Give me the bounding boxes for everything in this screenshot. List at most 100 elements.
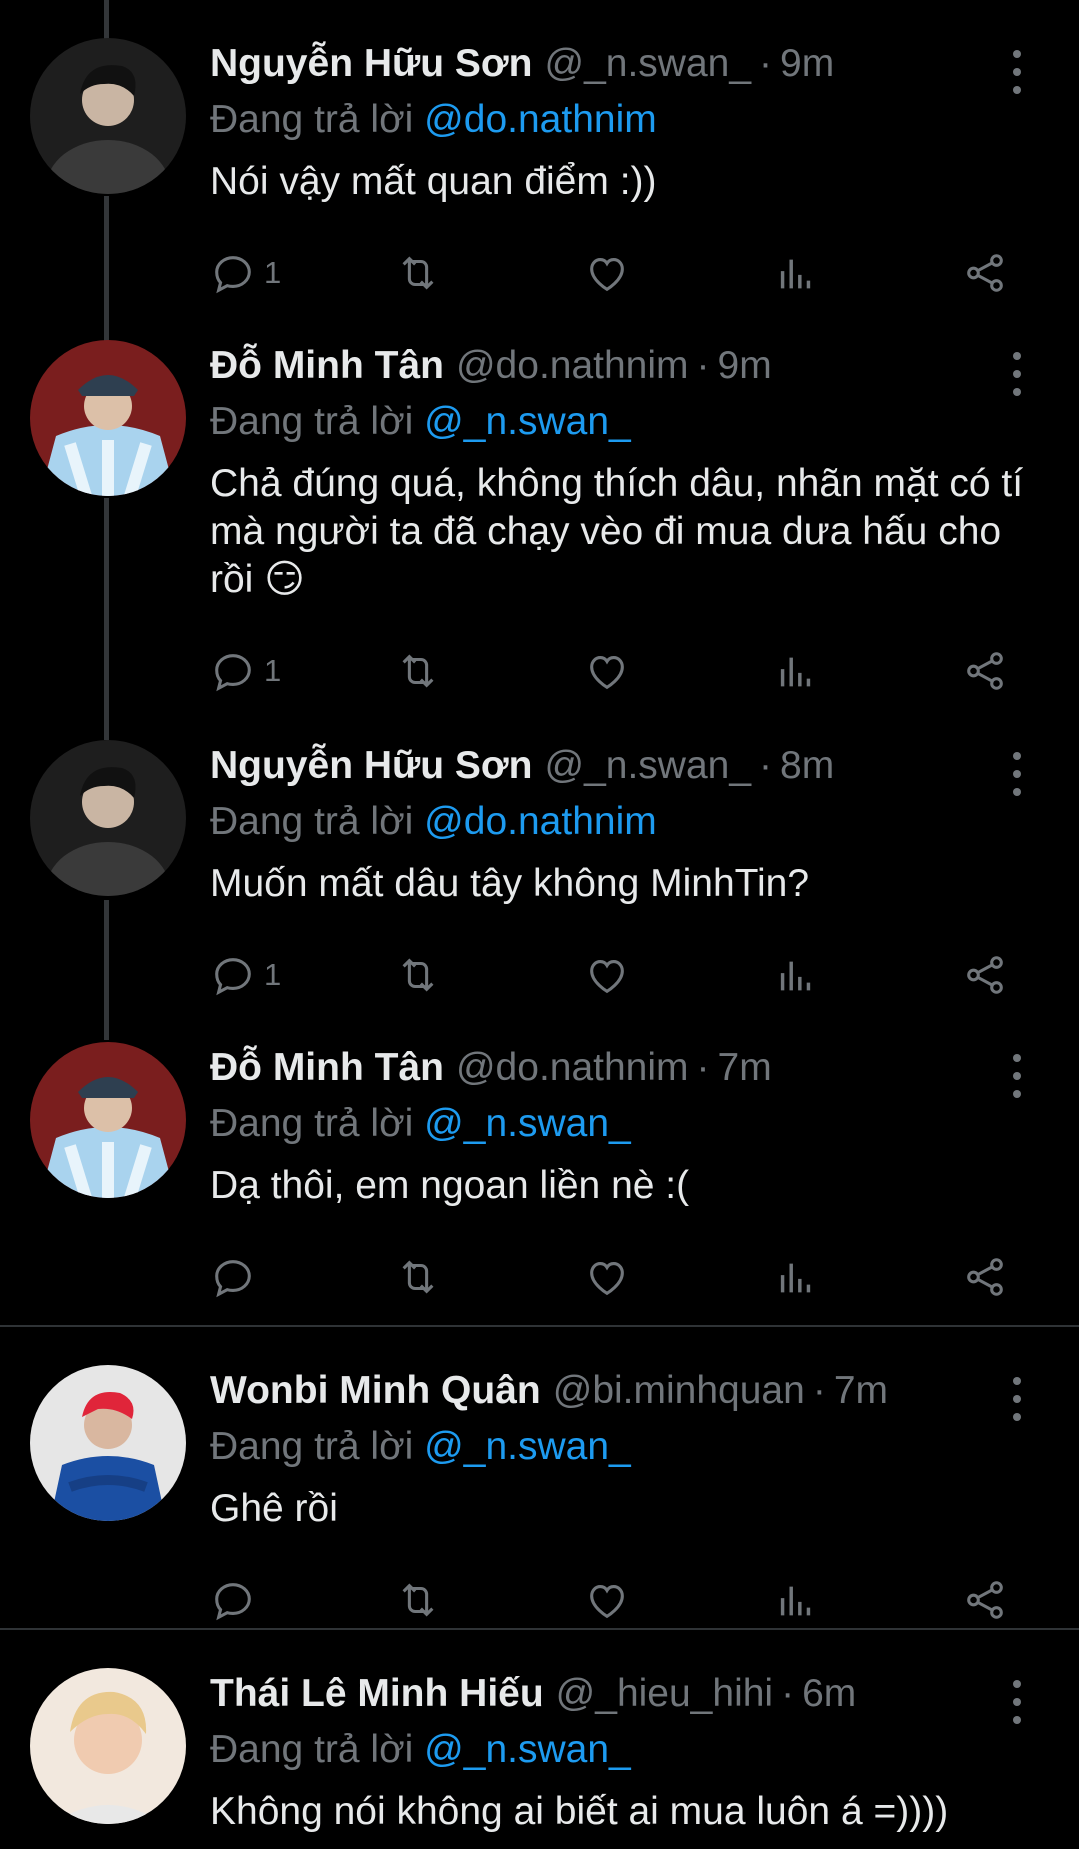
display-name[interactable]: Thái Lê Minh Hiếu xyxy=(210,1672,544,1716)
user-handle[interactable]: @_hieu_hihi xyxy=(556,1672,773,1716)
reply-button[interactable]: 1 xyxy=(210,248,281,298)
reply-tweet[interactable]: Nguyễn Hữu Sơn @_n.swan_ · 9m Đang trả l… xyxy=(0,0,1079,300)
share-button[interactable] xyxy=(962,248,1008,298)
like-icon xyxy=(590,1262,624,1296)
more-icon[interactable] xyxy=(1002,1377,1032,1421)
separator-dot: · xyxy=(759,744,773,787)
share-button[interactable] xyxy=(962,1575,1008,1625)
replying-label: Đang trả lời xyxy=(210,1728,414,1771)
more-icon[interactable] xyxy=(1002,752,1032,796)
views-button[interactable] xyxy=(773,248,819,298)
timestamp[interactable]: 9m xyxy=(718,344,772,388)
reply-icon xyxy=(215,1583,251,1621)
views-icon xyxy=(780,961,811,991)
display-name[interactable]: Đỗ Minh Tân xyxy=(210,344,444,388)
avatar-do-minh-tan[interactable] xyxy=(30,340,186,496)
reply-button[interactable] xyxy=(210,1575,264,1625)
reply-tweet[interactable]: Thái Lê Minh Hiếu @_hieu_hihi · 6m Đang … xyxy=(0,1630,1079,1849)
action-bar: 1 xyxy=(210,646,1010,696)
more-icon[interactable] xyxy=(1002,352,1032,396)
like-icon xyxy=(590,258,624,292)
like-button[interactable] xyxy=(584,646,630,696)
mention-link[interactable]: @_n.swan_ xyxy=(424,1425,631,1468)
reply-button[interactable] xyxy=(210,1252,264,1302)
display-name[interactable]: Wonbi Minh Quân xyxy=(210,1369,541,1413)
replying-to: Đang trả lời @do.nathnim xyxy=(210,800,657,844)
retweet-icon xyxy=(402,1260,434,1294)
tweet-text: Không nói không ai biết ai mua luôn á =)… xyxy=(210,1790,949,1833)
reply-tweet[interactable]: Đỗ Minh Tân @do.nathnim · 7m Đang trả lờ… xyxy=(0,1004,1079,1324)
replying-to: Đang trả lời @do.nathnim xyxy=(210,98,657,142)
share-button[interactable] xyxy=(962,950,1008,1000)
reply-button[interactable]: 1 xyxy=(210,950,281,1000)
share-button[interactable] xyxy=(962,1252,1008,1302)
replying-label: Đang trả lời xyxy=(210,800,414,843)
reply-tweet[interactable]: Wonbi Minh Quân @bi.minhquan · 7m Đang t… xyxy=(0,1327,1079,1629)
timestamp[interactable]: 6m xyxy=(802,1672,856,1716)
retweet-button[interactable] xyxy=(395,248,441,298)
like-button[interactable] xyxy=(584,950,630,1000)
retweet-button[interactable] xyxy=(395,1575,441,1625)
reply-tweet[interactable]: Đỗ Minh Tân @do.nathnim · 9m Đang trả lờ… xyxy=(0,302,1079,702)
views-button[interactable] xyxy=(773,1252,819,1302)
share-button[interactable] xyxy=(962,646,1008,696)
user-handle[interactable]: @do.nathnim xyxy=(456,1046,689,1090)
mention-link[interactable]: @do.nathnim xyxy=(424,800,657,843)
reply-icon xyxy=(215,958,251,996)
timestamp[interactable]: 9m xyxy=(780,42,834,86)
avatar-nguyen-huu-son[interactable] xyxy=(30,38,186,194)
retweet-button[interactable] xyxy=(395,646,441,696)
more-icon[interactable] xyxy=(1002,50,1032,94)
reply-count: 1 xyxy=(264,957,282,992)
timestamp[interactable]: 7m xyxy=(834,1369,888,1413)
display-name[interactable]: Nguyễn Hữu Sơn xyxy=(210,744,532,788)
user-handle[interactable]: @_n.swan_ xyxy=(544,744,751,788)
share-icon xyxy=(967,652,1003,690)
tweet-text: Dạ thôi, em ngoan liền nè :( xyxy=(210,1164,690,1207)
user-handle[interactable]: @bi.minhquan xyxy=(553,1369,805,1413)
avatar-nguyen-huu-son[interactable] xyxy=(30,740,186,896)
mention-link[interactable]: @_n.swan_ xyxy=(424,400,631,443)
retweet-button[interactable] xyxy=(395,950,441,1000)
action-bar: 1 xyxy=(210,950,1010,1000)
separator-dot: · xyxy=(696,344,710,387)
reply-button[interactable]: 1 xyxy=(210,646,281,696)
action-bar: 1 xyxy=(210,248,1010,298)
more-icon[interactable] xyxy=(1002,1054,1032,1098)
replying-label: Đang trả lời xyxy=(210,1425,414,1468)
views-button[interactable] xyxy=(773,1575,819,1625)
mention-link[interactable]: @do.nathnim xyxy=(424,98,657,141)
replying-to: Đang trả lời @_n.swan_ xyxy=(210,400,631,444)
mention-link[interactable]: @_n.swan_ xyxy=(424,1728,631,1771)
timestamp[interactable]: 8m xyxy=(780,744,834,788)
display-name[interactable]: Đỗ Minh Tân xyxy=(210,1046,444,1090)
separator-dot: · xyxy=(812,1369,826,1412)
tweet-text: Nói vậy mất quan điểm :)) xyxy=(210,160,657,203)
like-icon xyxy=(590,960,624,994)
retweet-icon xyxy=(402,256,434,290)
reply-tweet[interactable]: Nguyễn Hữu Sơn @_n.swan_ · 8m Đang trả l… xyxy=(0,702,1079,1004)
user-handle[interactable]: @do.nathnim xyxy=(456,344,689,388)
user-handle[interactable]: @_n.swan_ xyxy=(544,42,751,86)
display-name[interactable]: Nguyễn Hữu Sơn xyxy=(210,42,532,86)
views-button[interactable] xyxy=(773,950,819,1000)
share-icon xyxy=(967,254,1003,292)
retweet-button[interactable] xyxy=(395,1252,441,1302)
views-icon xyxy=(780,259,811,289)
share-icon xyxy=(967,1258,1003,1296)
avatar-wonbi-minh-quan[interactable] xyxy=(30,1365,186,1521)
replying-to: Đang trả lời @_n.swan_ xyxy=(210,1102,631,1146)
mention-link[interactable]: @_n.swan_ xyxy=(424,1102,631,1145)
like-button[interactable] xyxy=(584,248,630,298)
like-button[interactable] xyxy=(584,1252,630,1302)
avatar-thai-le-minh-hieu[interactable] xyxy=(30,1668,186,1824)
views-button[interactable] xyxy=(773,646,819,696)
avatar-do-minh-tan[interactable] xyxy=(30,1042,186,1198)
timestamp[interactable]: 7m xyxy=(718,1046,772,1090)
like-button[interactable] xyxy=(584,1575,630,1625)
tweet-text: Chả đúng quá, không thích dâu, nhãn mặt … xyxy=(210,462,1024,601)
more-icon[interactable] xyxy=(1002,1680,1032,1724)
separator-dot: · xyxy=(696,1046,710,1089)
share-icon xyxy=(967,1581,1003,1619)
reply-count: 1 xyxy=(264,653,282,688)
